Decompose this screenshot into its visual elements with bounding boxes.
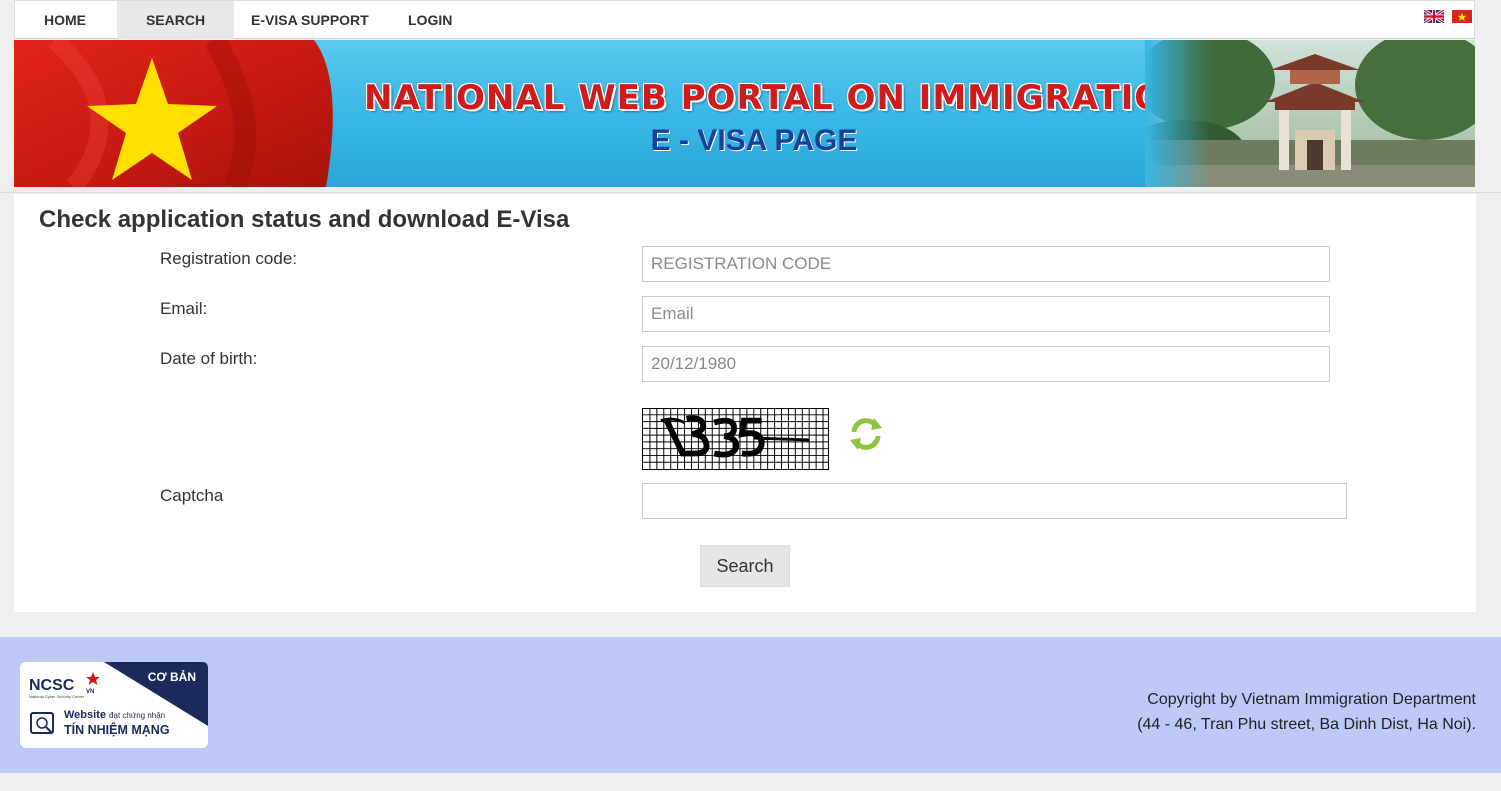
language-switcher <box>1420 10 1472 24</box>
vietnam-flag-graphic <box>14 40 333 187</box>
copyright-line1: Copyright by Vietnam Immigration Departm… <box>1147 691 1476 708</box>
uk-flag-icon[interactable] <box>1423 10 1444 23</box>
captcha-input[interactable] <box>642 483 1347 519</box>
email-input[interactable] <box>642 296 1330 332</box>
banner-title: NATIONAL WEB PORTAL ON IMMIGRATION <box>364 78 1194 118</box>
ncsc-trust-badge[interactable]: CƠ BẢN NCSC VN National Cyber Security C… <box>20 662 208 748</box>
copyright-notice: Copyright by Vietnam Immigration Departm… <box>1137 687 1476 737</box>
badge-line1-rest: đạt chứng nhận <box>109 711 165 720</box>
badge-brand-suffix: VN <box>86 689 94 695</box>
nav-evisa-support[interactable]: E-VISA SUPPORT <box>251 1 371 39</box>
captcha-label: Captcha <box>160 486 224 505</box>
nav-login[interactable]: LOGIN <box>408 1 458 39</box>
search-form-panel: Check application status and download E-… <box>14 194 1476 612</box>
date-of-birth-input[interactable] <box>642 346 1330 382</box>
badge-brand: NCSC <box>29 677 75 694</box>
search-button[interactable]: Search <box>700 545 790 587</box>
divider <box>0 192 1501 193</box>
registration-code-input[interactable] <box>642 246 1330 282</box>
badge-line1-bold: Website <box>64 709 106 721</box>
top-navigation: HOME SEARCH E-VISA SUPPORT LOGIN <box>14 0 1475 39</box>
vietnam-flag-icon[interactable] <box>1452 10 1472 23</box>
footer: CƠ BẢN NCSC VN National Cyber Security C… <box>0 637 1501 773</box>
svg-text:Website đạt chứng nhận: Website đạt chứng nhận <box>64 709 165 721</box>
nav-home[interactable]: HOME <box>15 1 115 39</box>
date-of-birth-label: Date of birth: <box>160 349 258 368</box>
nav-search[interactable]: SEARCH <box>117 1 234 39</box>
captcha-image <box>642 408 829 470</box>
badge-brand-caption: National Cyber Security Center <box>29 694 85 699</box>
temple-photo <box>1145 40 1475 187</box>
copyright-address: (44 - 46, Tran Phu street, Ba Dinh Dist,… <box>1137 716 1476 733</box>
email-label: Email: <box>160 299 208 318</box>
badge-line2: TÍN NHIỆM MẠNG <box>64 722 170 737</box>
badge-level: CƠ BẢN <box>148 669 196 684</box>
registration-code-label: Registration code: <box>160 249 298 268</box>
header-banner: NATIONAL WEB PORTAL ON IMMIGRATION E - V… <box>14 40 1475 187</box>
banner-subtitle: E - VISA PAGE <box>650 124 858 157</box>
refresh-captcha-icon[interactable] <box>846 414 886 454</box>
page-title: Check application status and download E-… <box>39 206 570 233</box>
